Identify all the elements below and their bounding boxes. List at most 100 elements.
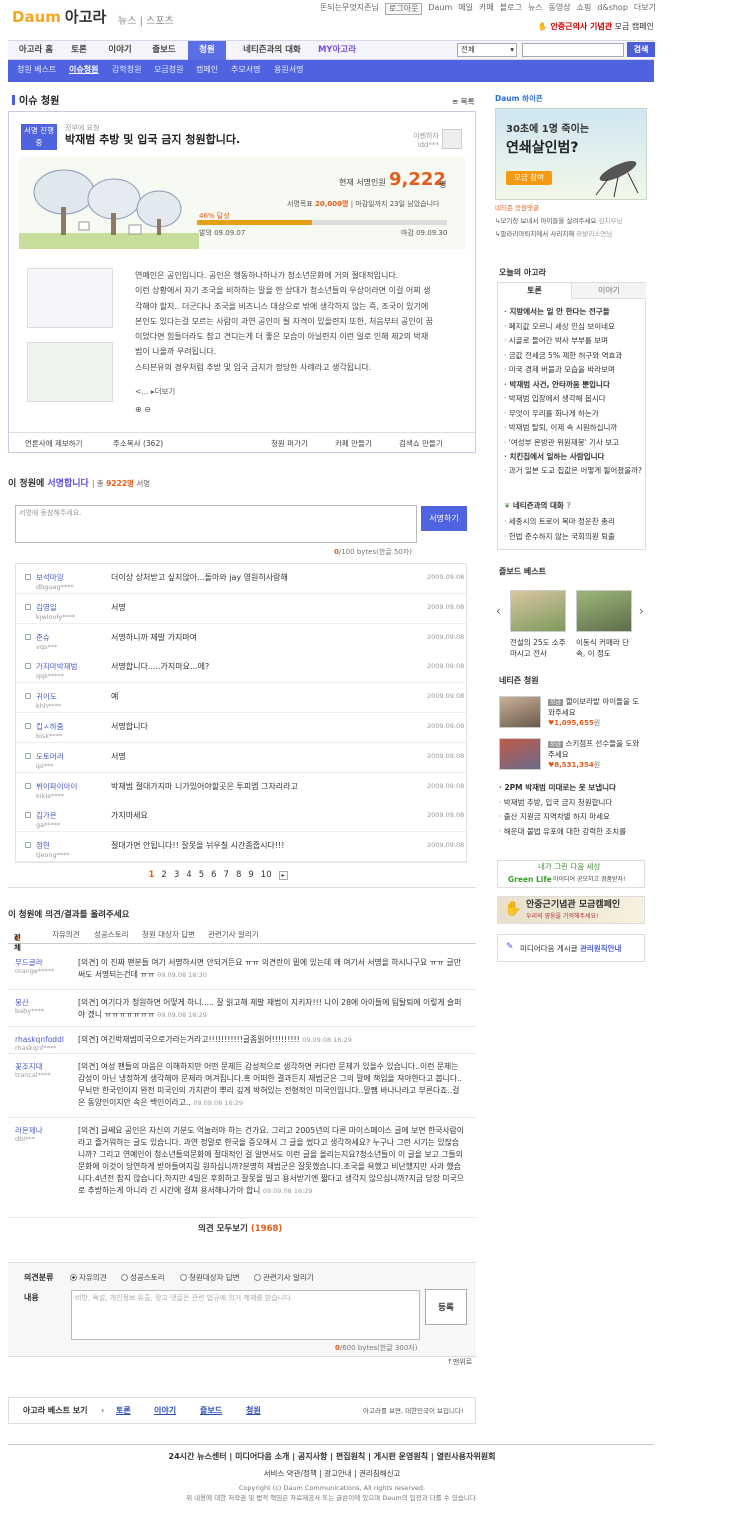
- tab-free[interactable]: 자유의견: [52, 930, 80, 940]
- submit-button[interactable]: 등록: [425, 1289, 467, 1325]
- share-petition-link[interactable]: 청원 퍼가기: [271, 439, 308, 449]
- daum-agora-logo[interactable]: Daum 아고라: [12, 8, 106, 28]
- top-link[interactable]: 메일: [458, 3, 473, 15]
- today-item[interactable]: 폐지값 오르니 세상 인심 보이네요: [504, 320, 644, 335]
- top-link[interactable]: 쇼핑: [577, 3, 592, 15]
- signer-name[interactable]: 정현: [36, 841, 50, 851]
- footer-policy-links[interactable]: 서비스 약관/정책 | 광고안내 | 권리침해신고: [0, 1469, 664, 1479]
- more-menu-button[interactable]: 더보기: [634, 3, 656, 15]
- opinion-textarea[interactable]: 비방, 욕설, 개인정보 유출, 장고 댓글은 관련 법규에 의거 제재를 받습…: [71, 1290, 420, 1340]
- top-link[interactable]: 동영상: [549, 3, 571, 15]
- report-press-link[interactable]: 언론사에 제보하기: [25, 439, 83, 449]
- radio-article[interactable]: 관련기사 알리기: [254, 1273, 314, 1283]
- tab-board[interactable]: 즐보드: [146, 41, 182, 60]
- signer-name[interactable]: 김가은: [36, 811, 57, 821]
- page-link-current[interactable]: 1: [149, 870, 155, 880]
- signer-name[interactable]: 귀이도: [36, 692, 57, 702]
- tab-petition[interactable]: 청원: [188, 41, 226, 60]
- next-arrow-icon[interactable]: ›: [639, 604, 644, 620]
- signer-name[interactable]: 도토머리: [36, 752, 64, 762]
- radio-free[interactable]: 자유의견: [70, 1273, 107, 1283]
- footer-links[interactable]: 24시간 뉴스센터 | 미디어다음 소개 | 공지사항 | 편집원칙 | 게시판…: [0, 1452, 664, 1462]
- signer-name[interactable]: 킵ㅅ하줌: [36, 722, 64, 732]
- board-caption[interactable]: 전설의 25도 소주 마시고 전사: [510, 637, 570, 659]
- tab-story[interactable]: 이야기: [102, 41, 138, 60]
- petition-item[interactable]: 모금 스키점프 선수들을 도와주세요: [548, 739, 644, 760]
- all-opinions-link[interactable]: 의견 모두보기 (1968): [198, 1224, 282, 1235]
- page-link[interactable]: 2: [161, 870, 166, 880]
- today-tab-debate[interactable]: 토론: [498, 283, 572, 299]
- top-link[interactable]: Daum: [428, 3, 452, 15]
- radio-answer[interactable]: 청원대상자 답변: [180, 1273, 240, 1283]
- header-links[interactable]: 뉴스 | 스포츠: [118, 15, 174, 28]
- today-item[interactable]: 무엇이 우리를 화나게 하는가: [504, 407, 644, 422]
- next-page-icon[interactable]: ▸: [278, 871, 288, 880]
- page-link[interactable]: 3: [174, 870, 179, 880]
- subnav-item[interactable]: 감학청원: [112, 65, 141, 75]
- today-item[interactable]: 미국 경제 버블과 모습을 바라보며: [504, 363, 644, 378]
- netizen-petition-item[interactable]: 박재범 추방, 입국 금지 청원합니다: [499, 796, 647, 811]
- netizen-petition-item[interactable]: 해운대 불법 유포에 대한 강력한 조치를: [499, 825, 647, 840]
- signer-name[interactable]: 김영일: [36, 603, 57, 613]
- tab-article[interactable]: 관련기사 알리기: [208, 930, 259, 940]
- signer-name[interactable]: 보석마잉: [36, 573, 64, 583]
- ad-box[interactable]: Daum 하이픈 30초에 1명 죽이는 연쇄살인범? 모금 참여 네티즌 응원…: [492, 92, 652, 242]
- page-link[interactable]: 4: [186, 870, 191, 880]
- green-life-banner[interactable]: 내가 그린 다음 세상 Green Life 아이디어 공모하고 경품받자!: [497, 860, 645, 888]
- subnav-item[interactable]: 청원 베스트: [17, 65, 56, 75]
- page-link[interactable]: 8: [236, 870, 241, 880]
- subnav-item[interactable]: 용원서명: [274, 65, 303, 75]
- page-link[interactable]: 6: [211, 870, 216, 880]
- today-tab-story[interactable]: 이야기: [572, 283, 646, 299]
- font-size-buttons[interactable]: ⊕ ⊖: [135, 405, 151, 415]
- page-link[interactable]: 9: [248, 870, 253, 880]
- today-item[interactable]: 지방에서는 일 안 한다는 전구들: [504, 305, 644, 320]
- board-thumb[interactable]: [510, 590, 566, 632]
- make-cafe-link[interactable]: 카페 만들기: [335, 439, 372, 449]
- search-input[interactable]: [522, 43, 624, 57]
- dialog-title[interactable]: ❦ 네티즌과의 대화 ?: [504, 501, 571, 511]
- tab-answer[interactable]: 청원 대상자 답변: [142, 930, 195, 940]
- media-guide-banner[interactable]: ✎ 미디어다음 게시글 관리원칙안내: [497, 934, 645, 962]
- signer-name[interactable]: 가지마박재범: [36, 662, 77, 672]
- today-item[interactable]: 박재범 입장에서 생각해 봅시다: [504, 392, 644, 407]
- board-caption[interactable]: 이동식 커매라 단속, 이 정도: [576, 637, 636, 659]
- today-item[interactable]: 박재범 탈퇴, 이제 속 시원하십니까: [504, 421, 644, 436]
- tab-netizen-dialog[interactable]: 네티즌과의 대화: [232, 41, 312, 60]
- top-link[interactable]: 뉴스: [528, 3, 543, 15]
- signer-name[interactable]: 뷔이파이아이: [36, 782, 77, 792]
- best-link[interactable]: 토론: [116, 1406, 131, 1416]
- make-search-link[interactable]: 검색쇼 만들기: [399, 439, 443, 449]
- tab-success[interactable]: 성공스토리: [94, 930, 129, 940]
- best-link[interactable]: 즐보드: [200, 1406, 222, 1416]
- radio-success[interactable]: 성공스토리: [121, 1273, 165, 1283]
- tab-debate[interactable]: 토론: [64, 41, 94, 60]
- today-item[interactable]: 치킨집에서 일하는 사람입니다: [504, 450, 644, 465]
- top-link[interactable]: 카페: [479, 3, 494, 15]
- search-button[interactable]: 검색: [627, 42, 655, 57]
- best-link[interactable]: 이야기: [154, 1406, 176, 1416]
- page-link[interactable]: 7: [224, 870, 229, 880]
- donate-button[interactable]: 모금 참여: [506, 171, 552, 185]
- dialog-item[interactable]: 헌법 준수하지 않는 국회의원 퇴출: [504, 530, 644, 545]
- list-link[interactable]: ≡ 목록: [452, 97, 474, 107]
- dialog-item[interactable]: 세종시의 트로이 목마 정운찬 총리: [504, 515, 644, 530]
- campaign-link[interactable]: ✋ 안중근의사 기념관 모금 캠페인: [538, 22, 654, 32]
- tab-agora-home[interactable]: 아고라 홈: [10, 41, 62, 60]
- page-link[interactable]: 10: [261, 870, 272, 880]
- sign-button[interactable]: 서명하기: [421, 506, 467, 531]
- subnav-item[interactable]: 모금청원: [154, 65, 183, 75]
- copy-address-link[interactable]: 주소복사 (362): [113, 439, 163, 449]
- signer-name[interactable]: 준슈: [36, 633, 50, 643]
- today-item[interactable]: 박재범 사건, 안타까움 뿐입니다: [504, 378, 644, 393]
- search-scope-select[interactable]: 전체 ▾: [457, 43, 517, 57]
- back-to-top-link[interactable]: ↑맨위로: [447, 1358, 472, 1367]
- subnav-item[interactable]: 추모서명: [231, 65, 260, 75]
- signature-textarea[interactable]: 서명에 동참해주세요.: [15, 505, 417, 543]
- top-link[interactable]: d&shop: [597, 3, 628, 15]
- more-link[interactable]: <... ▸더보기: [135, 387, 175, 397]
- tab-my-agora[interactable]: MY아고라: [312, 41, 362, 60]
- best-link[interactable]: 청원: [246, 1406, 261, 1416]
- today-item[interactable]: 금값 전세금 5% 제한 허구와 역효과: [504, 349, 644, 364]
- today-item[interactable]: 시골로 들어간 박사 부부를 보며: [504, 334, 644, 349]
